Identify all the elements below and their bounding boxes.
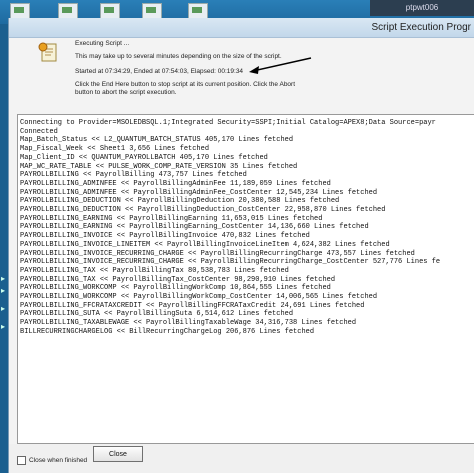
log-line: MAP_WC_RATE_TABLE << PULSE_WORK_COMP_RAT… — [20, 162, 298, 171]
remote-session-title: ptpwt006 — [370, 0, 474, 16]
log-line: PAYROLLBILLING_TAX << PayrollBillingTax … — [20, 266, 289, 275]
desktop-shortcut-icon[interactable] — [100, 3, 120, 19]
log-line: PAYROLLBILLING_WORKCOMP << PayrollBillin… — [20, 293, 378, 302]
log-line: PAYROLLBILLING_INVOICE_RECURRING_CHARGE … — [20, 258, 441, 267]
log-line: PAYROLLBILLING_ADMINFEE << PayrollBillin… — [20, 188, 378, 197]
log-lines: Connecting to Provider=MSOLEDBSQL.1;Inte… — [18, 115, 474, 337]
log-line: Map_Fiscal_Week << Sheet1 3,656 Lines fe… — [20, 145, 210, 154]
log-line: Map_Client_ID << QUANTUM_PAYROLLBATCH 40… — [20, 153, 268, 162]
arrow-icon: ▸ — [1, 274, 6, 283]
log-line: PAYROLLBILLING_DEDUCTION << PayrollBilli… — [20, 197, 340, 206]
log-line: PAYROLLBILLING_SUTA << PayrollBillingSut… — [20, 310, 294, 319]
log-line: PAYROLLBILLING_WORKCOMP << PayrollBillin… — [20, 284, 331, 293]
desktop-shortcut-icon[interactable] — [188, 3, 208, 19]
arrow-icon: ▸ — [1, 304, 6, 313]
log-line: PAYROLLBILLING_TAXABLEWAGE << PayrollBil… — [20, 319, 357, 328]
log-line: PAYROLLBILLING_EARNING << PayrollBilling… — [20, 214, 323, 223]
log-line: Map_Batch_Status << L2_QUANTUM_BATCH_STA… — [20, 136, 294, 145]
script-execution-window: Script Execution Progr Executing Script … — [8, 18, 474, 473]
log-line: PAYROLLBILLING_INVOICE_LINEITEM << Payro… — [20, 240, 390, 249]
desktop-shortcut-icon[interactable] — [142, 3, 162, 19]
arrow-icon: ▸ — [1, 322, 6, 331]
annotation-arrow-icon — [249, 57, 312, 74]
close-when-finished-checkbox-wrap[interactable]: Close when finished — [17, 456, 87, 465]
log-line: BILLRECURRINGCHARGELOG << BillRecurringC… — [20, 327, 315, 336]
desktop-shortcut-icon[interactable] — [10, 3, 30, 19]
log-line: Connected — [20, 127, 58, 136]
desktop-shortcut-icon[interactable] — [58, 3, 78, 19]
desktop-left-edge: ▸ ▸ ▸ ▸ — [0, 24, 8, 473]
log-line: PAYROLLBILLING_INVOICE_RECURRING_CHARGE … — [20, 249, 415, 258]
log-line: PAYROLLBILLING_EARNING << PayrollBilling… — [20, 223, 369, 232]
log-line: PAYROLLBILLING_FFCRATAXCREDIT << Payroll… — [20, 301, 365, 310]
log-line: PAYROLLBILLING_INVOICE << PayrollBilling… — [20, 232, 310, 241]
close-when-finished-checkbox[interactable] — [17, 456, 26, 465]
footer-bar: Close when finished Close — [9, 444, 474, 473]
log-line: Connecting to Provider=MSOLEDBSQL.1;Inte… — [20, 119, 436, 127]
close-when-finished-label: Close when finished — [29, 457, 88, 464]
log-line: PAYROLLBILLING_ADMINFEE << PayrollBillin… — [20, 179, 331, 188]
arrow-icon: ▸ — [1, 286, 6, 295]
log-line: PAYROLLBILLING_TAX << PayrollBillingTax_… — [20, 275, 336, 284]
log-line: PAYROLLBILLING << PayrollBilling 473,757… — [20, 171, 247, 180]
log-line: PAYROLLBILLING_DEDUCTION << PayrollBilli… — [20, 206, 386, 215]
log-output-area[interactable]: Connecting to Provider=MSOLEDBSQL.1;Inte… — [17, 114, 474, 444]
close-button[interactable]: Close — [93, 446, 143, 462]
